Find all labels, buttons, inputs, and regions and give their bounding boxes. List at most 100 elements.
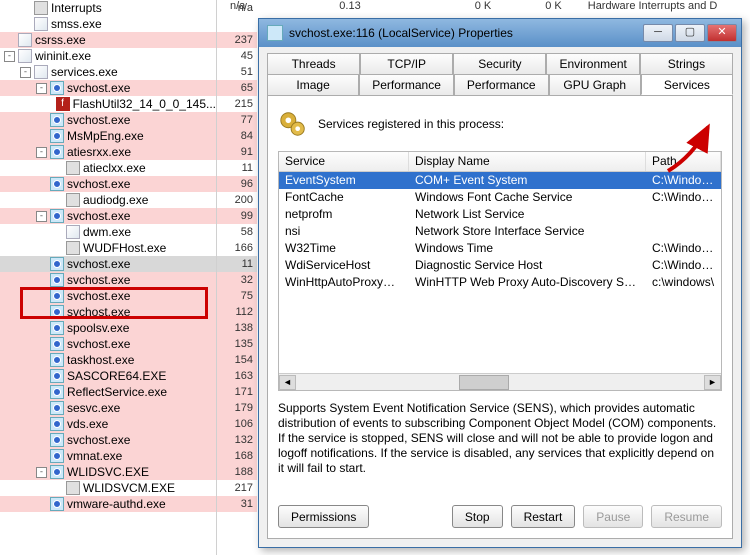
- tree-row[interactable]: -atiesrxx.exe: [0, 144, 216, 160]
- expander-icon[interactable]: -: [36, 83, 47, 94]
- tree-row[interactable]: svchost.exe: [0, 112, 216, 128]
- tree-row[interactable]: MsMpEng.exe: [0, 128, 216, 144]
- minimize-button[interactable]: ─: [643, 24, 673, 42]
- tab-environment[interactable]: Environment: [546, 53, 639, 74]
- tree-row[interactable]: audiodg.exe: [0, 192, 216, 208]
- svc-icon: [50, 417, 64, 431]
- resume-button[interactable]: Resume: [651, 505, 722, 528]
- col-service[interactable]: Service: [279, 152, 409, 171]
- tab-services[interactable]: Services: [641, 74, 733, 95]
- permissions-button[interactable]: Permissions: [278, 505, 369, 528]
- tab-security[interactable]: Security: [453, 53, 546, 74]
- process-name: Interrupts: [51, 0, 102, 16]
- tree-row[interactable]: svchost.exe: [0, 336, 216, 352]
- svc-icon: [50, 497, 64, 511]
- process-name: services.exe: [51, 64, 118, 80]
- stop-button[interactable]: Stop: [452, 505, 503, 528]
- flash-icon: f: [56, 97, 70, 111]
- service-path: [646, 206, 721, 223]
- service-row[interactable]: WinHttpAutoProxySvcWinHTTP Web Proxy Aut…: [279, 274, 721, 291]
- proc-icon: [66, 193, 80, 207]
- tree-row[interactable]: WLIDSVCM.EXE: [0, 480, 216, 496]
- process-name: taskhost.exe: [67, 352, 134, 368]
- tree-row[interactable]: csrss.exe: [0, 32, 216, 48]
- tab-gpu-graph[interactable]: GPU Graph: [549, 74, 641, 95]
- tree-row[interactable]: vds.exe: [0, 416, 216, 432]
- expander-icon[interactable]: -: [36, 211, 47, 222]
- services-gear-icon: [278, 109, 308, 139]
- services-list[interactable]: Service Display Name Path EventSystemCOM…: [278, 151, 722, 391]
- service-row[interactable]: nsiNetwork Store Interface Service: [279, 223, 721, 240]
- horizontal-scrollbar[interactable]: ◄ ►: [279, 373, 721, 390]
- tree-row[interactable]: smss.exe: [0, 16, 216, 32]
- tree-row[interactable]: svchost.exe: [0, 304, 216, 320]
- svc-icon: [50, 433, 64, 447]
- scroll-thumb[interactable]: [459, 375, 509, 390]
- tab-image[interactable]: Image: [267, 74, 359, 95]
- tree-row[interactable]: svchost.exe: [0, 432, 216, 448]
- pause-button[interactable]: Pause: [583, 505, 643, 528]
- tree-row[interactable]: -wininit.exe: [0, 48, 216, 64]
- tree-row[interactable]: svchost.exe: [0, 272, 216, 288]
- scroll-left-icon[interactable]: ◄: [279, 375, 296, 390]
- tab-performance-graph[interactable]: Performance Graph: [454, 74, 549, 95]
- svc-icon: [50, 273, 64, 287]
- process-value: 106: [217, 416, 257, 432]
- service-name: W32Time: [279, 240, 409, 257]
- service-row[interactable]: netprofmNetwork List Service: [279, 206, 721, 223]
- tree-row[interactable]: dwm.exe: [0, 224, 216, 240]
- tab-performance[interactable]: Performance: [359, 74, 454, 95]
- scroll-track[interactable]: [296, 375, 704, 390]
- maximize-button[interactable]: ▢: [675, 24, 705, 42]
- process-tree[interactable]: Interruptssmss.execsrss.exe-wininit.exe-…: [0, 0, 217, 555]
- tree-row[interactable]: fFlashUtil32_14_0_0_145...: [0, 96, 216, 112]
- dialog-icon: [267, 25, 283, 41]
- tree-row[interactable]: -WLIDSVC.EXE: [0, 464, 216, 480]
- svc-icon: [50, 145, 64, 159]
- tree-row[interactable]: Interrupts: [0, 0, 216, 16]
- expander-icon[interactable]: -: [20, 67, 31, 78]
- tree-row[interactable]: spoolsv.exe: [0, 320, 216, 336]
- process-name: svchost.exe: [67, 304, 130, 320]
- tree-row[interactable]: sesvc.exe: [0, 400, 216, 416]
- tree-row[interactable]: atieclxx.exe: [0, 160, 216, 176]
- tree-row[interactable]: vmware-authd.exe: [0, 496, 216, 512]
- process-value: 132: [217, 432, 257, 448]
- tree-row[interactable]: - services.exe: [0, 64, 216, 80]
- tree-row[interactable]: svchost.exe: [0, 288, 216, 304]
- process-value: 45: [217, 48, 257, 64]
- restart-button[interactable]: Restart: [511, 505, 576, 528]
- dialog-titlebar[interactable]: svchost.exe:116 (LocalService) Propertie…: [259, 19, 741, 47]
- service-row[interactable]: EventSystemCOM+ Event SystemC:\Windows: [279, 172, 721, 189]
- svc-icon: [50, 129, 64, 143]
- tree-row[interactable]: -svchost.exe: [0, 80, 216, 96]
- service-row[interactable]: W32TimeWindows TimeC:\Windows: [279, 240, 721, 257]
- service-row[interactable]: WdiServiceHostDiagnostic Service HostC:\…: [279, 257, 721, 274]
- col-path[interactable]: Path: [646, 152, 721, 171]
- tree-row[interactable]: -svchost.exe: [0, 208, 216, 224]
- tree-row[interactable]: SASCORE64.EXE: [0, 368, 216, 384]
- process-name: svchost.exe: [67, 112, 130, 128]
- svc-icon: [50, 385, 64, 399]
- tab-tcp-ip[interactable]: TCP/IP: [360, 53, 453, 74]
- service-name: netprofm: [279, 206, 409, 223]
- scroll-right-icon[interactable]: ►: [704, 375, 721, 390]
- process-value: 154: [217, 352, 257, 368]
- tree-row[interactable]: ReflectService.exe: [0, 384, 216, 400]
- expander-icon[interactable]: -: [36, 467, 47, 478]
- tree-row[interactable]: svchost.exe: [0, 176, 216, 192]
- expander-icon[interactable]: -: [4, 51, 15, 62]
- tree-row[interactable]: WUDFHost.exe: [0, 240, 216, 256]
- col-display-name[interactable]: Display Name: [409, 152, 646, 171]
- process-value: 112: [217, 304, 257, 320]
- close-button[interactable]: ✕: [707, 24, 737, 42]
- svc-icon: [50, 305, 64, 319]
- tree-row[interactable]: svchost.exe: [0, 256, 216, 272]
- tab-threads[interactable]: Threads: [267, 53, 360, 74]
- expander-icon[interactable]: -: [36, 147, 47, 158]
- service-row[interactable]: FontCacheWindows Font Cache ServiceC:\Wi…: [279, 189, 721, 206]
- tab-strings[interactable]: Strings: [640, 53, 733, 74]
- services-columns[interactable]: Service Display Name Path: [279, 152, 721, 172]
- tree-row[interactable]: taskhost.exe: [0, 352, 216, 368]
- tree-row[interactable]: vmnat.exe: [0, 448, 216, 464]
